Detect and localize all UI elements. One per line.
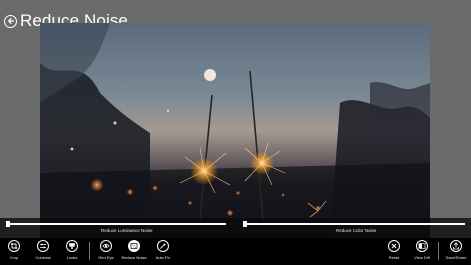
auto-fix-label: Auto Fix xyxy=(155,255,171,260)
luminance-slider-label: Reduce Luminance Noise xyxy=(101,228,153,233)
sliders-icon xyxy=(37,240,49,252)
arrow-left-icon xyxy=(7,18,14,24)
red-eye-button[interactable]: Red Eye xyxy=(92,240,120,264)
luminance-slider-thumb[interactable] xyxy=(6,221,10,227)
reset-button[interactable]: Reset xyxy=(380,240,408,264)
crop-icon xyxy=(8,240,20,252)
auto-fix-button[interactable]: Auto Fix xyxy=(149,240,177,264)
save-share-label: Save/Share xyxy=(445,255,467,260)
noise-icon xyxy=(128,240,140,252)
reduce-noise-button[interactable]: Reduce Noise xyxy=(120,240,148,264)
bottom-toolbar: Crop Contrast Looks Red Eye Reduce Noise… xyxy=(0,238,471,265)
looks-button[interactable]: Looks xyxy=(58,240,86,264)
toolbar-divider xyxy=(89,242,90,260)
contrast-button[interactable]: Contrast xyxy=(29,240,57,264)
color-slider-track[interactable] xyxy=(243,223,465,225)
close-icon xyxy=(388,240,400,252)
back-button[interactable] xyxy=(4,14,17,28)
looks-label: Looks xyxy=(66,255,78,260)
photo-canvas[interactable] xyxy=(40,23,430,239)
color-slider-label: Reduce Color Noise xyxy=(336,228,377,233)
eye-icon xyxy=(100,240,112,252)
noise-slider-bar: Reduce Luminance Noise Reduce Color Nois… xyxy=(0,218,471,238)
red-eye-label: Red Eye xyxy=(98,255,114,260)
contrast-label: Contrast xyxy=(35,255,51,260)
view-diff-label: View Diff xyxy=(414,255,430,260)
crop-button[interactable]: Crop xyxy=(0,240,28,264)
magic-wand-icon xyxy=(157,240,169,252)
looks-icon xyxy=(66,240,78,252)
toolbar-divider xyxy=(438,242,439,260)
share-icon xyxy=(450,240,462,252)
save-share-button[interactable]: Save/Share xyxy=(442,240,470,264)
reduce-noise-label: Reduce Noise xyxy=(121,255,147,260)
reset-label: Reset xyxy=(388,255,400,260)
compare-icon xyxy=(416,240,428,252)
luminance-slider-track[interactable] xyxy=(6,223,226,225)
color-slider-thumb[interactable] xyxy=(243,221,247,227)
crop-label: Crop xyxy=(9,255,19,260)
view-diff-button[interactable]: View Diff xyxy=(408,240,436,264)
